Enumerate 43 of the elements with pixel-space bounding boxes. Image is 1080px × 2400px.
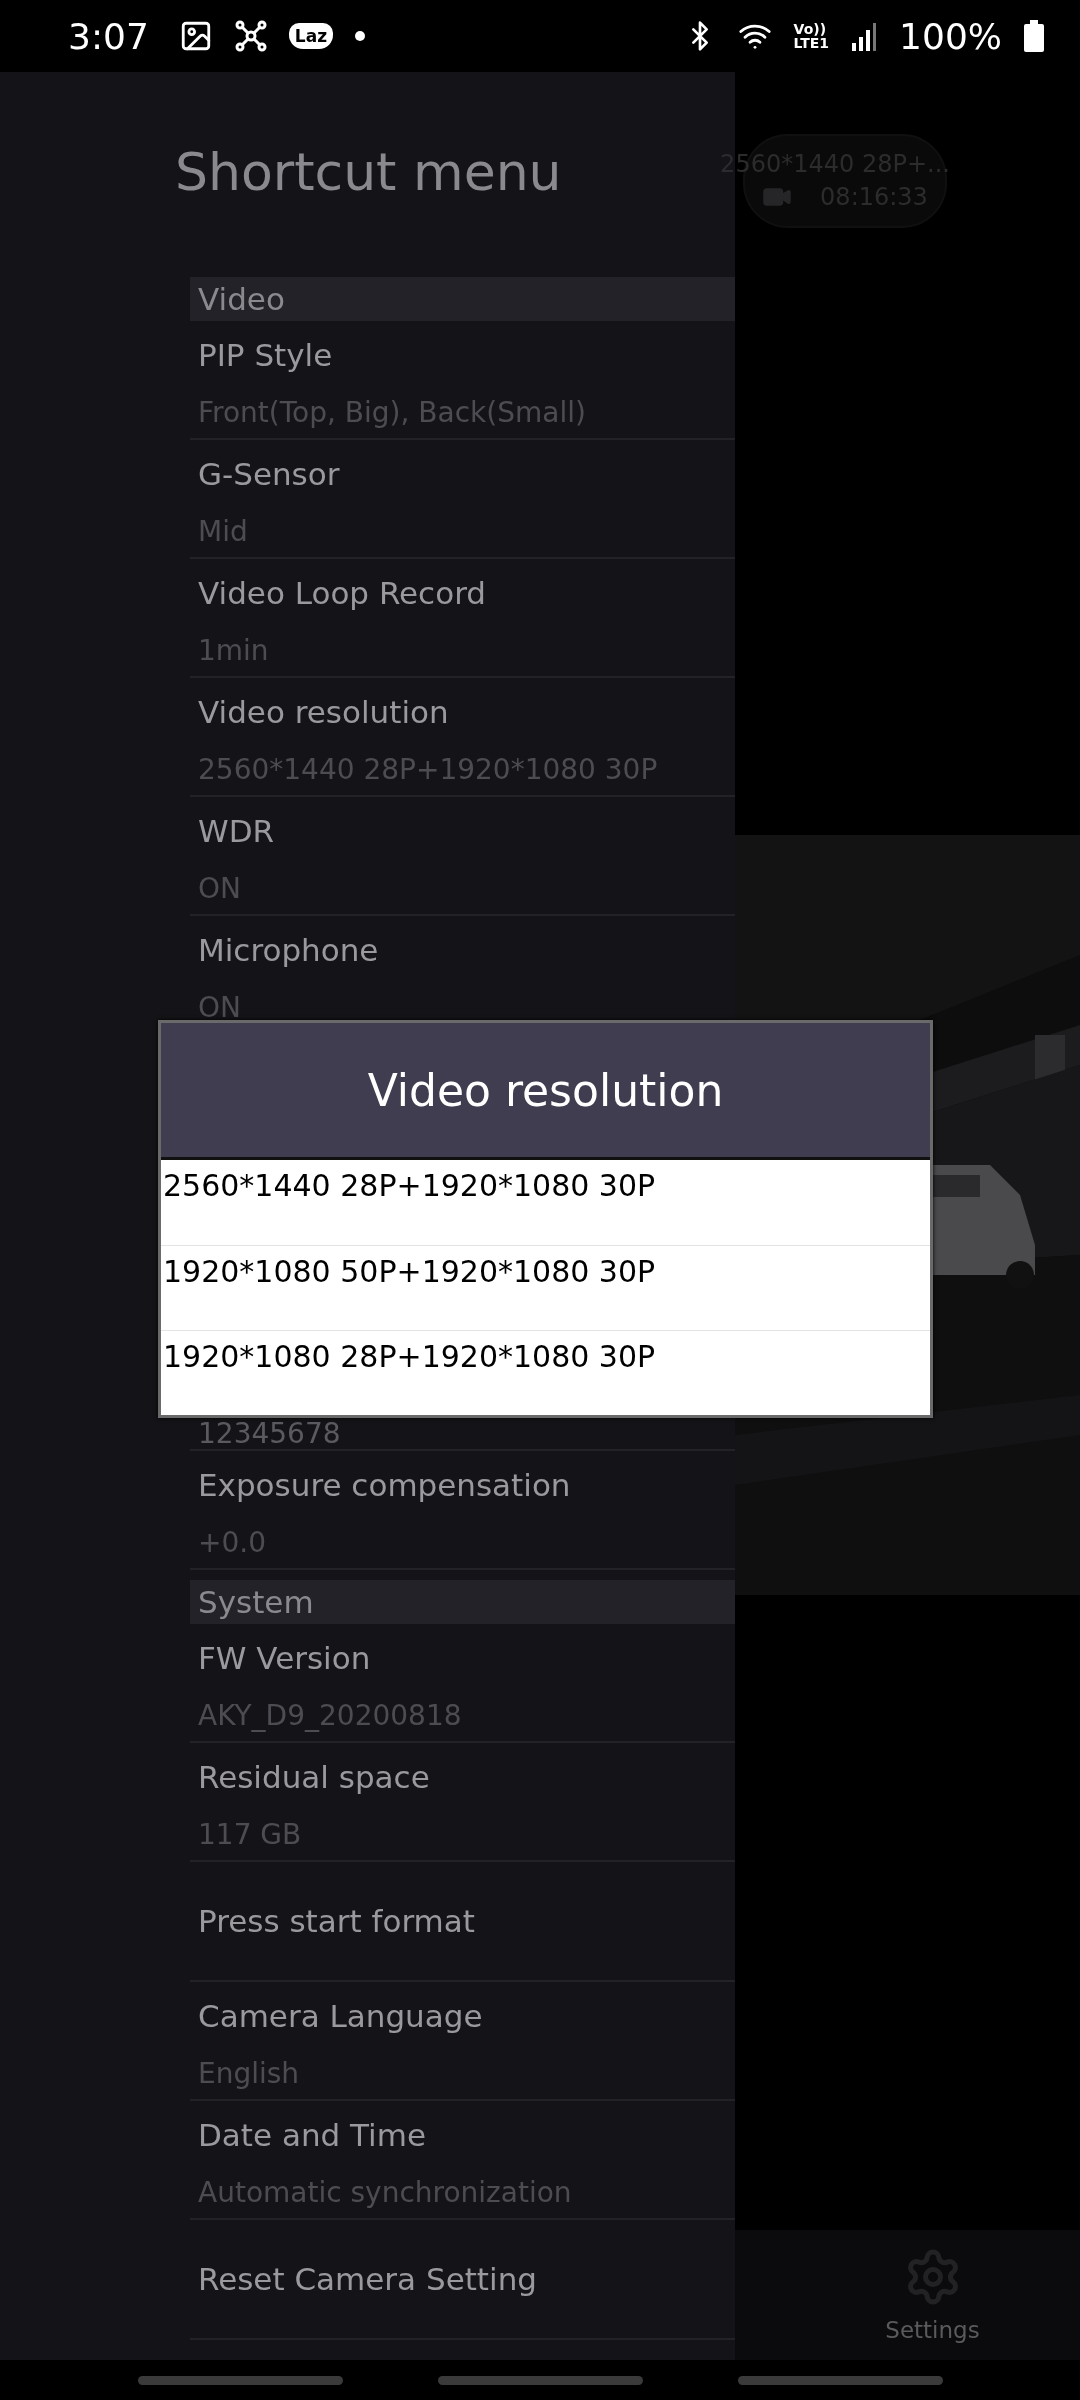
setting-value: English	[198, 2056, 301, 2092]
setting-title[interactable]: PIP Style	[198, 334, 735, 376]
action-item[interactable]: Reset Camera Setting	[198, 2258, 735, 2300]
setting-title[interactable]: G-Sensor	[198, 453, 735, 495]
setting-value: ON	[198, 990, 242, 1026]
setting-value: 1min	[198, 633, 270, 669]
setting-title[interactable]: Exposure compensation	[198, 1464, 735, 1506]
resolution-option[interactable]: 2560*1440 28P+1920*1080 30P	[161, 1160, 930, 1245]
dialog-title: Video resolution	[161, 1023, 930, 1160]
dot-icon	[355, 31, 366, 41]
clock: 3:07	[68, 15, 149, 57]
setting-title[interactable]: FW Version	[198, 1637, 735, 1679]
resolution-option[interactable]: 1920*1080 50P+1920*1080 30P	[161, 1245, 930, 1330]
setting-title[interactable]: Video resolution	[198, 691, 735, 733]
setting-title[interactable]: Camera Language	[198, 1995, 735, 2037]
action-item[interactable]: Press start format	[198, 1900, 735, 1942]
network-label: LTE1	[793, 36, 830, 50]
setting-title[interactable]: Residual space	[198, 1756, 735, 1798]
battery-percent: 100%	[899, 15, 1002, 57]
setting-title[interactable]: Video Loop Record	[198, 572, 735, 614]
setting-value: AKY_D9_20200818	[198, 1698, 463, 1734]
setting-value: ON	[198, 871, 242, 907]
signal-icon	[851, 21, 878, 51]
setting-title[interactable]: WDR	[198, 810, 735, 852]
gesture-handle[interactable]	[437, 2375, 643, 2385]
setting-value: 12345678	[198, 1419, 342, 1449]
setting-value: Front(Top, Big), Back(Small)	[198, 395, 587, 431]
setting-value: 117 GB	[198, 1817, 303, 1853]
setting-title[interactable]: Date and Time	[198, 2114, 735, 2156]
setting-value: 2560*1440 28P+1920*1080 30P	[198, 752, 659, 788]
molecule-icon	[234, 20, 267, 52]
battery-icon	[1024, 20, 1044, 52]
section-header: Video	[190, 277, 735, 321]
app-badge: Laz	[288, 23, 334, 49]
gesture-handle[interactable]	[137, 2375, 343, 2385]
setting-value: Mid	[198, 514, 249, 550]
resolution-option[interactable]: 1920*1080 28P+1920*1080 30P	[161, 1330, 930, 1415]
volte-label: Vo))	[793, 22, 828, 36]
gesture-handle[interactable]	[737, 2375, 943, 2385]
setting-value: Automatic synchronization	[198, 2175, 573, 2211]
setting-title[interactable]: Microphone	[198, 929, 735, 971]
setting-value: +0.0	[198, 1525, 267, 1561]
section-header: System	[190, 1580, 735, 1624]
